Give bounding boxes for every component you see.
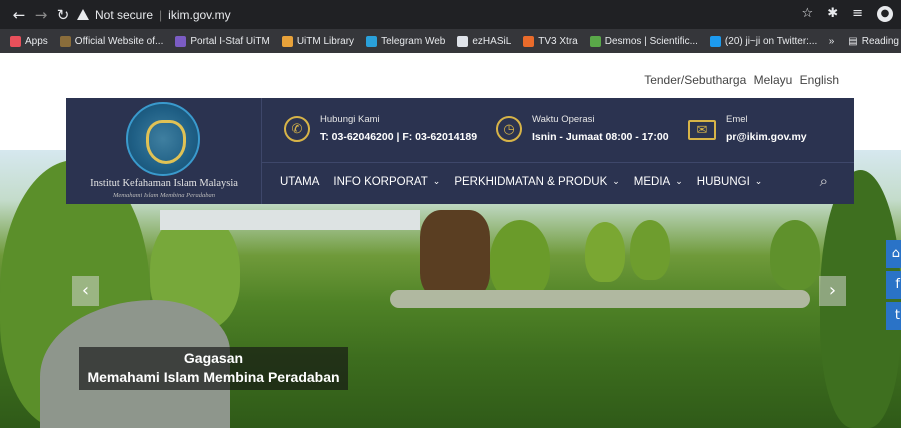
bookmark-label: UiTM Library [296,35,355,47]
bookmark-favicon-icon [457,35,469,47]
chevron-down-icon: ⌄ [754,177,763,187]
caption-tagline: Memahami Islam Membina Peradaban [87,369,340,385]
chevron-down-icon: ⌄ [432,177,441,187]
hero-foliage [490,220,550,300]
bookmark-label: Apps [25,35,48,47]
bookmark-item[interactable]: Apps [10,35,48,47]
menu-item-home[interactable]: UTAMA [280,176,319,188]
hours-value: Isnin - Jumaat 08:00 - 17:00 [532,131,669,143]
browser-actions: ☆ ✱ ≡ ● [802,6,893,22]
reading-list-icon: ▤ [848,35,858,47]
slide-caption: Gagasan Memahami Islam Membina Peradaban [79,347,348,390]
menu-label: HUBUNGI [696,176,750,188]
bookmarks-bar: Apps Official Website of... Portal I-Staf … [0,29,901,53]
extensions-icon[interactable]: ✱ [827,6,838,22]
menu-label: MEDIA [633,176,671,188]
bookmark-favicon-icon [709,35,721,47]
contact-hours: ◷ Waktu Operasi Isnin - Jumaat 08:00 - 1… [496,114,669,143]
main-menu: UTAMA INFO KORPORAT ⌄ PERKHIDMATAN & PROD… [280,176,776,188]
hero-foliage [585,222,625,282]
bookmark-favicon-icon [366,35,378,47]
header-divider [262,162,854,163]
bookmark-label: Official Website of... [74,35,164,47]
bookmark-item[interactable]: Official Website of... [59,35,164,47]
bookmark-item[interactable]: Desmos | Scientific... [589,35,698,47]
bookmark-item[interactable]: Portal I-Staf UiTM [175,35,270,47]
menu-item-services[interactable]: PERKHIDMATAN & PRODUK ⌄ [454,176,619,188]
bookmark-item[interactable]: (20) ji~ji on Twitter:... [709,35,818,47]
forward-icon[interactable]: → [30,6,52,24]
warning-icon [77,9,89,20]
hero-tree-trunk [420,210,490,300]
bookmark-item[interactable]: UiTM Library [281,35,355,47]
bookmark-favicon-icon [281,35,293,47]
omnibox-separator: | [159,7,163,22]
browser-toolbar: ← → ↻ Not secure | ikim.gov.my ☆ ✱ ≡ ● [0,0,901,29]
email-label: Emel [726,114,748,125]
chevron-down-icon: ⌄ [675,177,683,187]
phone-label: Hubungi Kami [320,114,380,125]
bookmark-label: TV3 Xtra [538,35,578,47]
phone-icon: ✆ [284,116,310,142]
menu-label: UTAMA [280,176,320,188]
hero-foliage [770,220,820,290]
bookmark-favicon-icon [523,35,535,47]
site-header: Institut Kefahaman Islam Malaysia Memaha… [66,98,854,204]
bookmark-item[interactable]: Telegram Web [366,35,446,47]
slider-next-button[interactable]: › [819,276,846,306]
slider-prev-button[interactable]: ‹ [72,276,99,306]
menu-item-corporate[interactable]: INFO KORPORAT ⌄ [333,176,440,188]
apps-grid-icon [10,35,21,47]
back-icon[interactable]: ← [8,6,30,24]
home-icon[interactable]: ⌂ [886,240,901,268]
reading-list-button[interactable]: Reading [862,36,899,47]
logo-title: Institut Kefahaman Islam Malaysia [90,178,238,189]
phone-value: T: 03-62046200 | F: 03-62014189 [320,131,478,143]
menu-item-media[interactable]: MEDIA ⌄ [634,176,683,188]
hero-colonnade [160,210,420,230]
hero-foliage [630,220,670,280]
english-language-link[interactable]: English [800,73,839,87]
hero-walkway [390,290,810,308]
bookmark-label: Desmos | Scientific... [604,35,698,47]
star-icon[interactable]: ☆ [802,6,814,22]
reload-icon[interactable]: ↻ [52,6,74,24]
profile-avatar-icon[interactable]: ● [877,6,893,22]
malay-language-link[interactable]: Melayu [754,73,793,87]
bookmark-label: Telegram Web [381,35,446,47]
bookmark-item[interactable]: TV3 Xtra [523,35,578,47]
search-icon[interactable]: ⌕ [820,172,828,190]
menu-item-contact[interactable]: HUBUNGI ⌄ [697,176,763,188]
contact-phone: ✆ Hubungi Kami T: 03-62046200 | F: 03-62… [284,114,477,143]
top-links: Tender/Sebutharga Melayu English [640,73,839,87]
chevron-down-icon: ⌄ [612,177,620,187]
email-value[interactable]: pr@ikim.gov.my [726,131,807,143]
bookmark-label: Portal I-Staf UiTM [190,35,270,47]
url-text[interactable]: ikim.gov.my [168,8,230,22]
clock-icon: ◷ [496,116,522,142]
mail-icon: ✉ [688,120,716,140]
more-bookmarks-button[interactable]: » [829,36,835,47]
logo-subtitle: Memahami Islam Membina Peradaban [113,192,215,199]
ikim-logo-icon[interactable] [126,102,200,176]
bookmark-label: (20) ji~ji on Twitter:... [724,35,818,47]
bookmark-favicon-icon [589,35,601,47]
bookmark-label: ezHASiL [472,35,512,47]
security-status[interactable]: Not secure [95,8,153,22]
facebook-icon[interactable]: f [886,271,901,299]
bookmarks-overflow: » ▤ Reading [828,29,901,53]
menu-label: PERKHIDMATAN & PRODUK [454,176,608,188]
twitter-icon[interactable]: t [886,302,901,330]
playlist-icon[interactable]: ≡ [852,6,863,22]
caption-title: Gagasan [183,350,244,366]
bookmark-favicon-icon [175,35,187,47]
tender-link[interactable]: Tender/Sebutharga [644,73,746,87]
bookmark-favicon-icon [59,35,71,47]
address-bar[interactable]: Not secure | ikim.gov.my [77,4,822,25]
menu-label: INFO KORPORAT [333,176,428,188]
contact-email: ✉ Emel pr@ikim.gov.my [688,114,807,143]
hours-label: Waktu Operasi [532,114,595,125]
logo-panel[interactable]: Institut Kefahaman Islam Malaysia Memaha… [66,98,262,204]
bookmark-item[interactable]: ezHASiL [457,35,512,47]
